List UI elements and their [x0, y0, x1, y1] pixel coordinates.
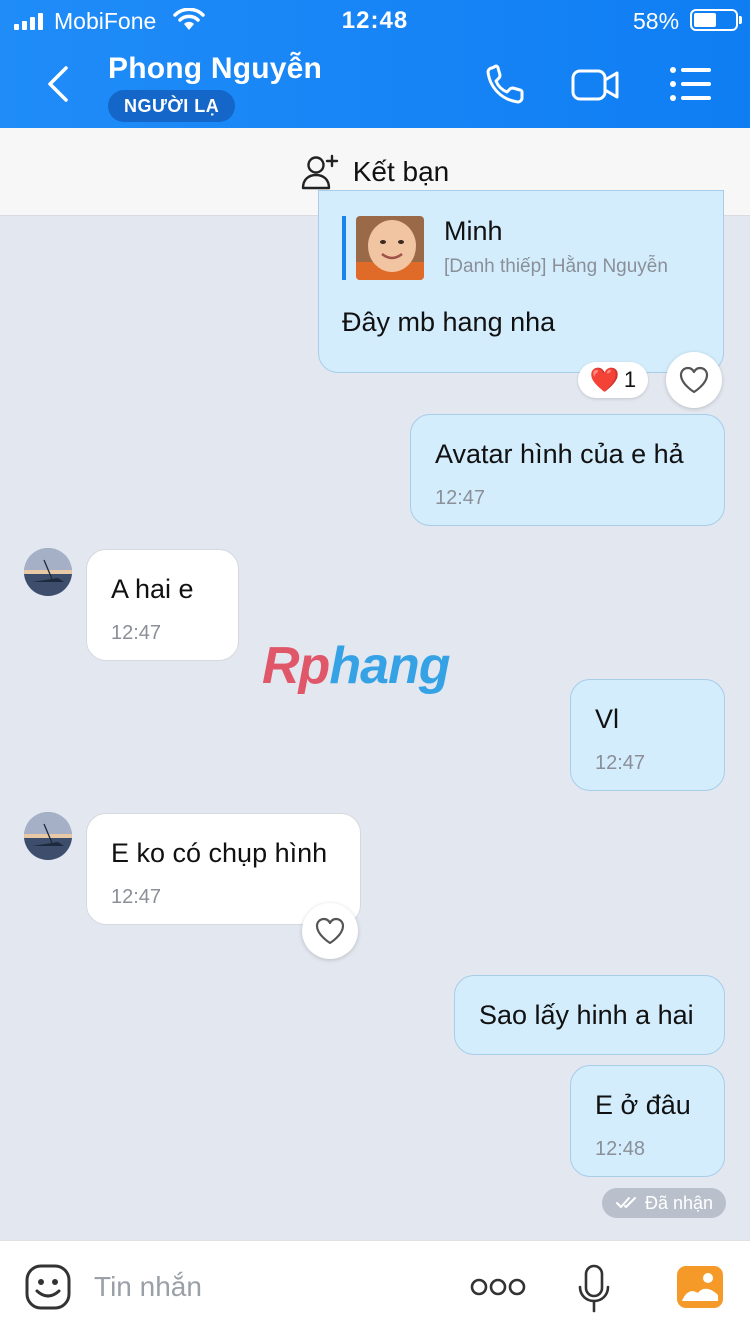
emoji-sticker-icon[interactable] [24, 1263, 72, 1311]
message-bubble[interactable]: Avatar hình của e hả 12:47 [410, 414, 725, 526]
watermark-logo: Rphang [262, 637, 451, 695]
message-time: 12:47 [111, 886, 162, 908]
back-icon[interactable] [40, 64, 76, 104]
message-time: 12:47 [595, 752, 646, 774]
composer-bar [0, 1240, 750, 1334]
heart-icon [679, 366, 709, 394]
message-text: Đây mb hang nha [342, 307, 556, 337]
chat-header: MobiFone 12:48 58% Phong Nguyễn NGƯỜI LẠ [0, 0, 750, 128]
more-icon[interactable] [470, 1275, 526, 1299]
react-button[interactable] [302, 903, 358, 959]
menu-list-icon[interactable] [666, 62, 716, 106]
message-bubble[interactable]: Vl 12:47 [570, 679, 725, 791]
react-button[interactable] [666, 352, 722, 408]
add-user-icon [301, 154, 338, 189]
heart-icon [315, 917, 345, 945]
message-text: A hai e [111, 574, 194, 604]
delivery-status: Đã nhận [602, 1188, 726, 1218]
message-text: E ko có chụp hình [111, 838, 328, 868]
business-card[interactable]: Minh [Danh thiếp] Hằng Nguyễn [342, 216, 712, 280]
message-time: 12:47 [435, 487, 486, 509]
message-time: 12:47 [111, 622, 162, 644]
message-bubble[interactable]: A hai e 12:47 [86, 549, 239, 661]
message-text: Sao lấy hinh a hai [479, 1000, 694, 1030]
reaction-heart-icon: ❤️ [589, 366, 620, 394]
stranger-badge: NGƯỜI LẠ [108, 90, 236, 122]
card-avatar [356, 216, 424, 280]
phone-icon[interactable] [482, 62, 532, 106]
battery-percent: 58% [633, 8, 680, 34]
double-check-icon [615, 1197, 636, 1208]
card-subtitle: [Danh thiếp] Hằng Nguyễn [444, 256, 668, 277]
contact-name[interactable]: Phong Nguyễn [108, 52, 322, 86]
message-text: E ở đâu [595, 1090, 691, 1120]
video-call-icon[interactable] [570, 62, 620, 106]
status-bar: MobiFone 12:48 58% [0, 0, 750, 40]
reaction-summary[interactable]: ❤️ 1 [578, 362, 648, 398]
message-input[interactable] [94, 1267, 444, 1307]
image-gallery-icon[interactable] [676, 1265, 724, 1309]
message-bubble[interactable]: Sao lấy hinh a hai [454, 975, 725, 1055]
reaction-count: 1 [623, 367, 637, 392]
sender-avatar[interactable] [24, 812, 72, 860]
microphone-icon[interactable] [576, 1263, 612, 1315]
battery-icon [690, 9, 742, 31]
delivery-status-label: Đã nhận [644, 1192, 714, 1213]
message-text: Avatar hình của e hả [435, 439, 684, 469]
sender-avatar[interactable] [24, 548, 72, 596]
message-bubble[interactable]: E ở đâu 12:48 [570, 1065, 725, 1177]
card-name: Minh [444, 216, 503, 246]
message-text: Vl [595, 704, 620, 734]
add-friend-label: Kết bạn [352, 155, 450, 187]
message-time: 12:48 [595, 1138, 646, 1160]
